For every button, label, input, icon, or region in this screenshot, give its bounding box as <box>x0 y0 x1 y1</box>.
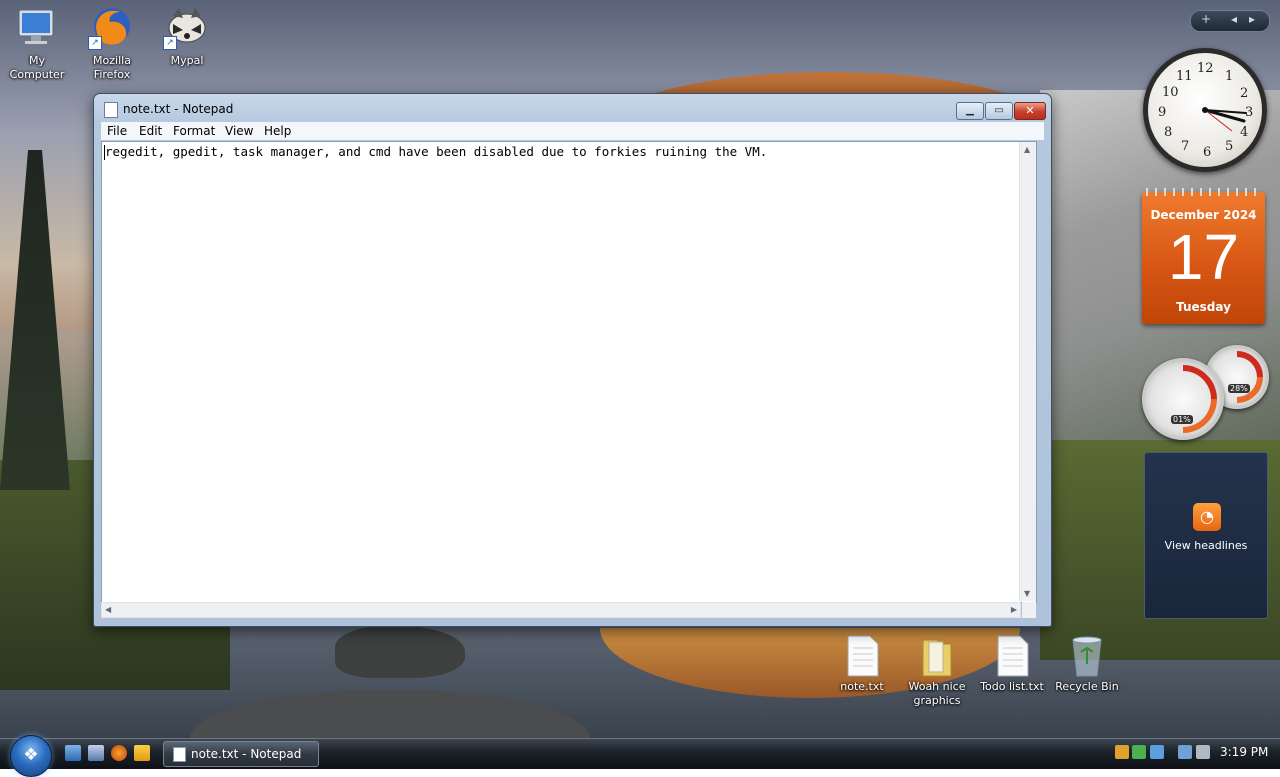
computer-icon <box>13 4 61 52</box>
update-icon[interactable] <box>1150 745 1164 759</box>
desktop-icon-label: Todo list.txt <box>980 680 1044 693</box>
notepad-icon <box>173 747 186 762</box>
wallpaper-rock <box>335 626 465 678</box>
desktop-icon-firefox[interactable]: ↗ Mozilla Firefox <box>72 4 152 82</box>
menu-file[interactable]: File <box>107 124 127 138</box>
firefox-icon: ↗ <box>88 4 136 52</box>
desktop-icon-label: My Computer <box>9 54 65 81</box>
calendar-weekday: Tuesday <box>1176 300 1231 314</box>
feed-headlines-gadget[interactable]: ◔ View headlines <box>1144 452 1268 619</box>
clock-gadget[interactable]: 12 1 2 3 4 6 5 7 8 9 10 11 <box>1143 48 1267 172</box>
view-headlines-link[interactable]: View headlines <box>1145 539 1267 552</box>
scroll-left-icon[interactable]: ◀ <box>105 605 111 614</box>
shortcut-arrow-icon: ↗ <box>163 36 177 50</box>
volume-muted-icon[interactable] <box>1196 745 1210 759</box>
desktop-icon-mypal[interactable]: ↗ Mypal <box>147 4 227 68</box>
memory-value: 28% <box>1228 384 1250 393</box>
title-bar[interactable]: note.txt - Notepad ▁ ▭ ✕ <box>94 94 1051 122</box>
rss-icon: ◔ <box>1193 503 1221 531</box>
calendar-gadget[interactable]: December 2024 17 Tuesday <box>1142 188 1265 324</box>
close-icon: ✕ <box>1025 104 1035 117</box>
recycle-bin-icon <box>1063 634 1111 678</box>
security-shield-icon[interactable] <box>1115 745 1129 759</box>
maximize-button[interactable]: ▭ <box>985 102 1013 120</box>
menu-format[interactable]: Format <box>173 124 215 138</box>
menu-edit[interactable]: Edit <box>139 124 162 138</box>
text-file-icon <box>988 634 1036 678</box>
minimize-icon: ▁ <box>966 105 974 116</box>
switch-windows-icon[interactable] <box>88 745 104 761</box>
next-gadgets-button[interactable]: ▸ <box>1249 12 1255 26</box>
windows-orb-icon: ❖ <box>23 745 39 765</box>
media-player-icon[interactable] <box>134 745 150 761</box>
sidebar-controls: + ◂ ▸ <box>1190 10 1270 32</box>
desktop-icon-my-computer[interactable]: My Computer <box>0 4 77 82</box>
taskbar-button-label: note.txt - Notepad <box>191 747 302 761</box>
calendar-day: 17 <box>1167 221 1240 293</box>
notepad-window[interactable]: note.txt - Notepad ▁ ▭ ✕ File Edit Forma… <box>93 93 1052 627</box>
desktop-icon-recycle-bin[interactable]: Recycle Bin <box>1047 634 1127 694</box>
menu-help[interactable]: Help <box>264 124 291 138</box>
cpu-meter-gadget[interactable]: 01% <box>1134 350 1232 448</box>
add-gadget-button[interactable]: + <box>1201 12 1211 26</box>
show-desktop-icon[interactable] <box>65 745 81 761</box>
shortcut-arrow-icon: ↗ <box>88 36 102 50</box>
calendar-rings-icon <box>1146 188 1261 196</box>
firefox-icon[interactable] <box>111 745 127 761</box>
desktop-icon-todo-list[interactable]: Todo list.txt <box>972 634 1052 694</box>
mypal-raccoon-icon: ↗ <box>163 4 211 52</box>
scroll-right-icon[interactable]: ▶ <box>1011 605 1017 614</box>
minimize-button[interactable]: ▁ <box>956 102 984 120</box>
scroll-up-icon[interactable]: ▲ <box>1024 145 1030 154</box>
cpu-value: 01% <box>1171 415 1193 424</box>
desktop-icon-note-txt[interactable]: note.txt <box>822 634 902 694</box>
desktop-icon-label: note.txt <box>840 680 884 693</box>
desktop-icon-label: Mypal <box>170 54 204 67</box>
menu-view[interactable]: View <box>225 124 253 138</box>
menu-bar: File Edit Format View Help <box>101 122 1044 140</box>
start-button[interactable]: ❖ <box>10 735 52 777</box>
close-button[interactable]: ✕ <box>1014 102 1046 120</box>
taskbar-clock[interactable]: 3:19 PM <box>1220 745 1268 759</box>
window-title: note.txt - Notepad <box>123 102 234 116</box>
vertical-scrollbar[interactable]: ▲ ▼ <box>1019 142 1036 601</box>
scroll-down-icon[interactable]: ▼ <box>1024 589 1030 598</box>
desktop-icon-label: Recycle Bin <box>1055 680 1119 693</box>
calendar-month: December 2024 <box>1150 208 1257 222</box>
taskbar-button-notepad[interactable]: note.txt - Notepad <box>163 741 319 767</box>
text-file-icon <box>838 634 886 678</box>
clock-hands-icon <box>1202 107 1247 132</box>
maximize-icon: ▭ <box>994 105 1004 116</box>
editor-content[interactable]: regedit, gpedit, task manager, and cmd h… <box>105 144 767 159</box>
notepad-icon <box>104 102 118 118</box>
resize-grip-icon[interactable] <box>1022 602 1036 618</box>
previous-gadgets-button[interactable]: ◂ <box>1231 12 1237 26</box>
desktop-icon-folder[interactable]: Woah nice graphics <box>897 634 977 708</box>
desktop-icon-label: Mozilla Firefox <box>93 54 131 81</box>
folder-icon <box>913 634 961 678</box>
desktop-icon-label: Woah nice graphics <box>908 680 966 707</box>
checkmark-icon[interactable] <box>1132 745 1146 759</box>
network-icon[interactable] <box>1178 745 1192 759</box>
text-editor[interactable]: regedit, gpedit, task manager, and cmd h… <box>101 141 1037 603</box>
horizontal-scrollbar[interactable]: ◀ ▶ <box>101 602 1021 618</box>
